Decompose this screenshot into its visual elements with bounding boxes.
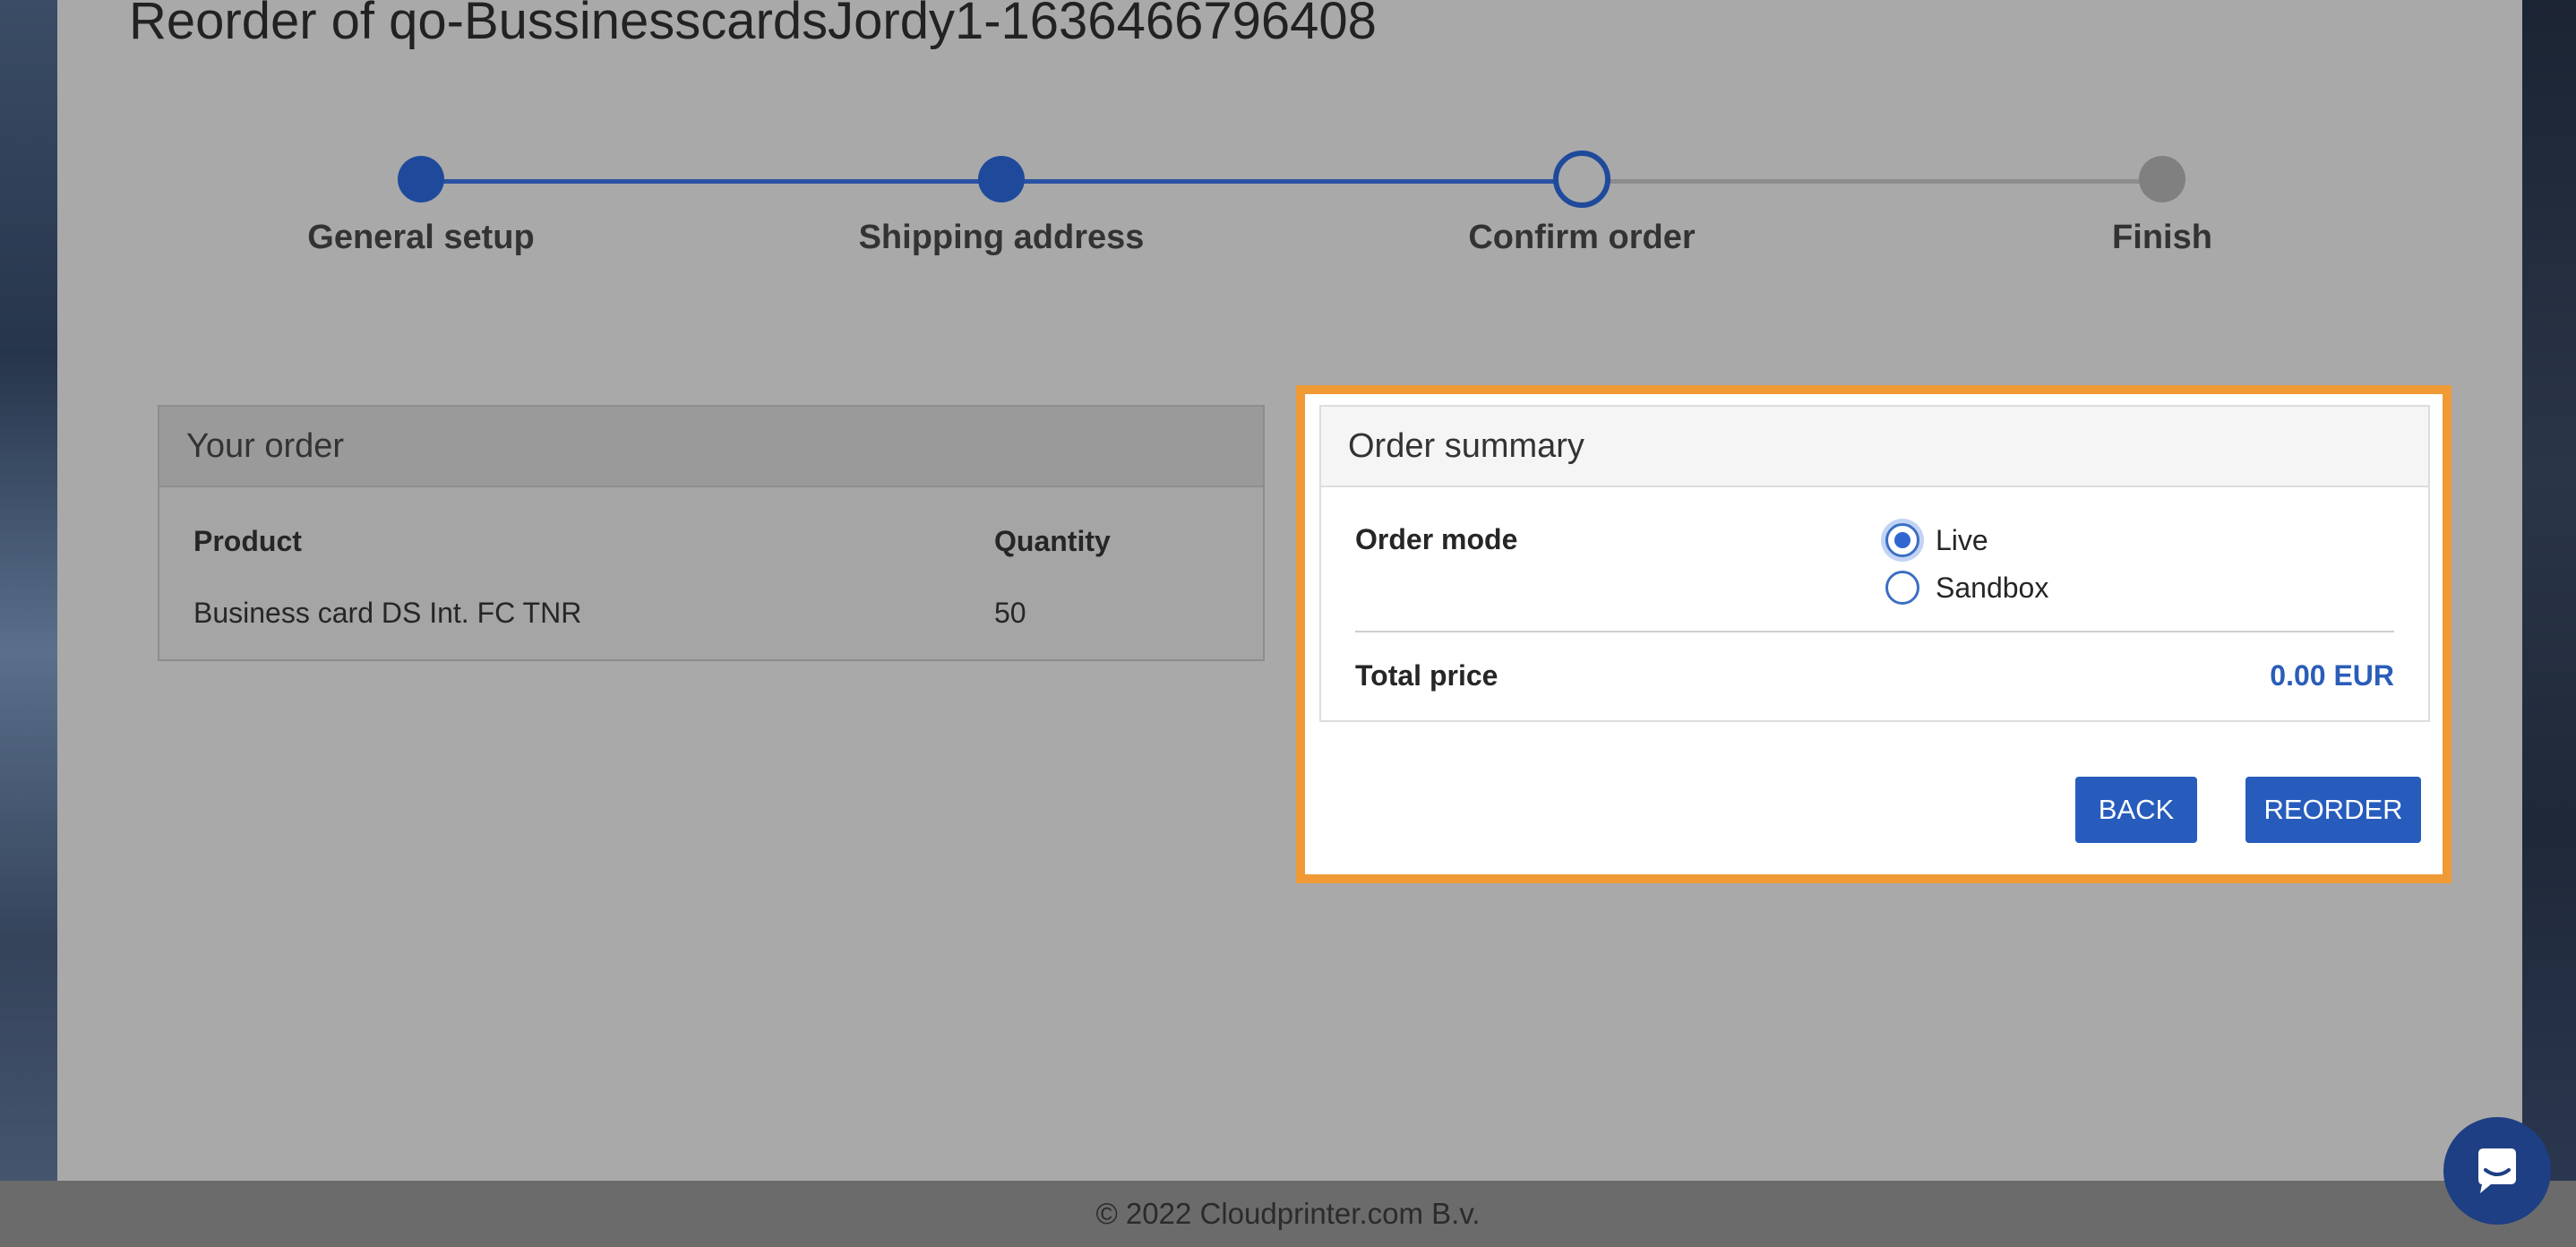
page-title: Reorder of qo-BussinesscardsJordy1-16364… [129,0,1377,50]
step-shipping-address: Shipping address [822,152,1181,257]
back-button[interactable]: BACK [2075,777,2197,843]
quantity-cell: 50 [994,597,1026,629]
order-mode-live-option[interactable]: Live [1885,523,1988,557]
step-label: General setup [307,219,535,256]
live-radio[interactable] [1885,523,1919,557]
order-summary-card: Order summary Order mode Live Sandbox To… [1319,405,2430,722]
progress-stepper: General setup Shipping address Confirm o… [57,150,2522,260]
step-dot [978,156,1025,202]
background-photo-right [2520,0,2576,1182]
live-label: Live [1936,523,1988,556]
your-order-title: Your order [159,407,1263,487]
step-dot [398,156,444,202]
product-cell: Business card DS Int. FC TNR [193,597,582,629]
reorder-button[interactable]: REORDER [2245,777,2421,843]
total-price-value: 0.00 EUR [2270,659,2394,692]
order-mode-label: Order mode [1355,523,1518,555]
step-confirm-order: Confirm order [1403,150,1761,257]
your-order-card: Your order Product Quantity Business car… [158,405,1265,661]
column-header-product: Product [193,525,302,557]
step-dot [2139,156,2185,202]
chat-button[interactable] [2443,1117,2551,1225]
total-price-label: Total price [1355,659,1498,692]
footer: © 2022 Cloudprinter.com B.v. [0,1181,2576,1247]
order-summary-title: Order summary [1321,407,2428,487]
copyright-text: © 2022 Cloudprinter.com B.v. [1095,1197,1481,1230]
step-label: Finish [2112,219,2212,256]
chat-bubble-icon [2478,1148,2516,1193]
sandbox-radio[interactable] [1885,571,1919,605]
step-label: Shipping address [858,219,1145,256]
step-dot [1553,150,1610,208]
background-photo-left [0,0,57,1182]
order-summary-highlight: Order summary Order mode Live Sandbox To… [1296,385,2451,883]
summary-divider [1355,631,2394,632]
step-finish: Finish [1983,152,2341,257]
step-label: Confirm order [1468,219,1696,256]
column-header-quantity: Quantity [994,525,1111,557]
order-mode-sandbox-option[interactable]: Sandbox [1885,571,2048,605]
sandbox-label: Sandbox [1936,571,2049,604]
step-general-setup: General setup [242,152,600,257]
